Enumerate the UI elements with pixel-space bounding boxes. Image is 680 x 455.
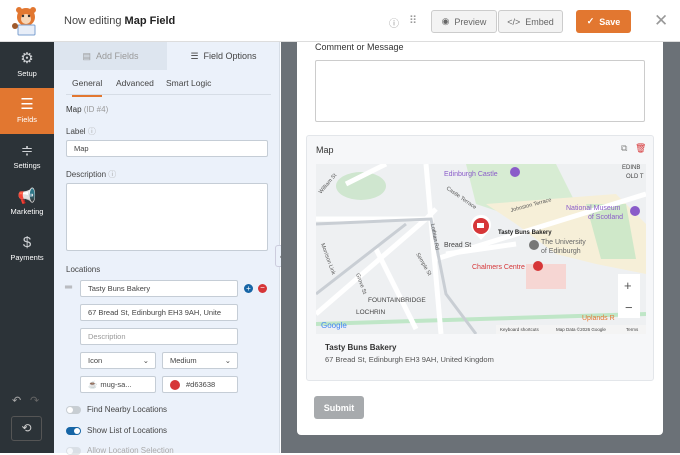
- zoom-controls: +−: [618, 274, 640, 318]
- duplicate-icon[interactable]: ⧉: [621, 143, 627, 154]
- remove-location-icon[interactable]: −: [258, 284, 267, 293]
- location-list-name: Tasty Buns Bakery: [325, 343, 396, 352]
- wpforms-logo-icon: [8, 6, 44, 36]
- code-icon: </>: [507, 17, 520, 27]
- allow-selection-toggle[interactable]: [66, 447, 81, 455]
- find-nearby-label: Find Nearby Locations: [87, 405, 167, 414]
- list-icon: ☰: [0, 96, 54, 113]
- svg-text:EDINB: EDINB: [622, 165, 640, 171]
- redo-icon[interactable]: ↷: [30, 394, 39, 407]
- map-label-fountainbridge: FOUNTAINBRIDGE: [368, 297, 426, 304]
- svg-text:Uplands R: Uplands R: [582, 315, 615, 322]
- find-nearby-toggle[interactable]: [66, 406, 81, 414]
- description-textarea[interactable]: [66, 183, 268, 251]
- sliders-icon: ≑: [0, 142, 54, 159]
- embed-button[interactable]: </>Embed: [498, 10, 563, 33]
- map-label-university-2: of Edinburgh: [541, 248, 581, 255]
- dollar-icon: $: [0, 234, 54, 251]
- undo-icon[interactable]: ↶: [12, 394, 21, 407]
- allow-selection-label: Allow Location Selection: [87, 446, 174, 455]
- nav-marketing[interactable]: 📢Marketing: [0, 180, 54, 226]
- subtab-advanced[interactable]: Advanced: [116, 78, 154, 88]
- help-icon: ⓘ: [108, 170, 116, 179]
- preview-button[interactable]: ◉Preview: [431, 10, 497, 33]
- gear-icon: ⚙: [0, 50, 54, 67]
- nav-settings[interactable]: ≑Settings: [0, 134, 54, 180]
- drag-handle-icon[interactable]: ═: [65, 282, 72, 293]
- map-label: Map: [316, 145, 334, 155]
- svg-text:Terms: Terms: [626, 327, 639, 332]
- show-list-label: Show List of Locations: [87, 426, 167, 435]
- top-bar: Now editing Map Field ⓘ ⠿ ◉Preview </>Em…: [0, 0, 680, 42]
- description-label: Description ⓘ: [66, 169, 116, 180]
- map-label-lochrin: LOCHRIN: [356, 309, 386, 316]
- size-select[interactable]: Medium⌄: [162, 352, 238, 369]
- show-list-toggle[interactable]: [66, 427, 81, 435]
- map-label-museum-2: of Scotland: [588, 214, 623, 221]
- map-embed[interactable]: Edinburgh Castle National Museum of Scot…: [316, 164, 646, 334]
- label-label: Label ⓘ: [66, 126, 96, 137]
- icon-picker[interactable]: ☕mug-sa...: [80, 376, 156, 393]
- add-fields-icon: ▤: [82, 51, 91, 62]
- help-icon: ⓘ: [88, 127, 96, 136]
- help-icon[interactable]: ⓘ: [389, 15, 399, 30]
- mug-icon: ☕: [88, 380, 97, 389]
- submit-button[interactable]: Submit: [314, 396, 364, 419]
- zoom-out-icon: −: [625, 300, 633, 315]
- svg-text:OLD T: OLD T: [626, 174, 644, 180]
- color-swatch: [170, 380, 180, 390]
- color-picker[interactable]: #d63638: [162, 376, 238, 393]
- trash-icon[interactable]: 🗑: [635, 143, 646, 154]
- comment-label: Comment or Message: [315, 42, 404, 52]
- castle-poi-icon: [510, 167, 520, 177]
- nav-setup[interactable]: ⚙Setup: [0, 42, 54, 88]
- comment-textarea[interactable]: [315, 60, 645, 122]
- zoom-in-icon: +: [624, 278, 632, 293]
- map-field-block[interactable]: Map ⧉ 🗑 Edinburgh Castle National Museum…: [306, 135, 654, 381]
- locations-label: Locations: [66, 265, 100, 274]
- map-marker-label: Tasty Buns Bakery: [498, 230, 552, 236]
- close-icon[interactable]: ✕: [654, 11, 668, 31]
- location-name-input[interactable]: Tasty Buns Bakery: [80, 280, 238, 297]
- nav-payments[interactable]: $Payments: [0, 226, 54, 272]
- grid-icon[interactable]: ⠿: [409, 14, 417, 27]
- map-label-university: The University: [541, 239, 586, 246]
- check-icon: ✓: [587, 16, 595, 27]
- subtab-smart-logic[interactable]: Smart Logic: [166, 78, 211, 88]
- page-title: Now editing Map Field: [64, 15, 175, 27]
- tab-field-options[interactable]: ☰Field Options: [167, 42, 280, 70]
- eye-icon: ◉: [442, 16, 450, 27]
- field-options-panel: ▤Add Fields ☰Field Options General Advan…: [54, 42, 280, 453]
- icon-select[interactable]: Icon⌄: [80, 352, 156, 369]
- map-label-bread-st: Bread St: [444, 242, 471, 249]
- sliders-icon: ☰: [190, 51, 198, 62]
- google-logo: Google: [321, 321, 347, 330]
- field-heading: Map (ID #4): [66, 105, 108, 114]
- label-input[interactable]: Map: [66, 140, 268, 157]
- location-list-address: 67 Bread St, Edinburgh EH3 9AH, United K…: [325, 355, 494, 364]
- save-button[interactable]: ✓Save: [576, 10, 631, 33]
- location-address-input[interactable]: 67 Bread St, Edinburgh EH3 9AH, Unite: [80, 304, 238, 321]
- location-description-input[interactable]: Description: [80, 328, 238, 345]
- history-icon: ⟲: [21, 421, 31, 435]
- tab-add-fields[interactable]: ▤Add Fields: [54, 42, 167, 70]
- svg-text:Map Data ©2026 Google: Map Data ©2026 Google: [556, 326, 606, 332]
- nav-fields[interactable]: ☰Fields: [0, 88, 54, 134]
- revisions-button[interactable]: ⟲: [11, 416, 42, 441]
- map-label-chalmers: Chalmers Centre: [472, 264, 525, 271]
- subtab-general[interactable]: General: [72, 78, 102, 97]
- chevron-down-icon: ⌄: [143, 356, 149, 365]
- sidebar-nav: ⚙Setup ☰Fields ≑Settings 📢Marketing $Pay…: [0, 42, 54, 453]
- form-preview-card: Comment or Message Map ⧉ 🗑 Edinburgh Cas…: [297, 42, 663, 435]
- megaphone-icon: 📢: [0, 188, 54, 205]
- svg-text:Keyboard shortcuts: Keyboard shortcuts: [500, 327, 540, 332]
- map-label-castle: Edinburgh Castle: [444, 171, 498, 178]
- add-location-icon[interactable]: +: [244, 284, 253, 293]
- chevron-down-icon: ⌄: [225, 356, 231, 365]
- map-label-museum: National Museum: [566, 205, 621, 212]
